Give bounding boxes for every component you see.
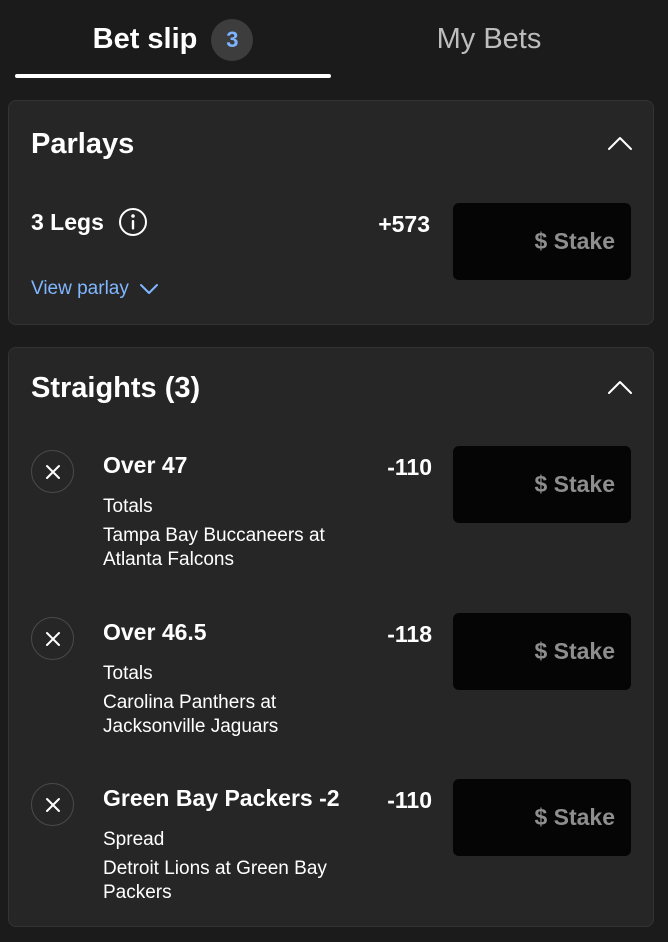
bet-market: Totals — [103, 496, 153, 517]
chevron-down-icon — [139, 284, 158, 294]
bet-selection: Over 47 — [103, 452, 188, 478]
bet-market: Spread — [103, 829, 165, 850]
parlays-title: Parlays — [31, 128, 135, 160]
remove-bet-button[interactable] — [31, 617, 74, 660]
parlay-odds: +573 — [378, 211, 430, 237]
bet-selection: Green Bay Packers -2 — [103, 785, 340, 811]
bet-odds: -118 — [387, 621, 432, 647]
bet-event: Detroit Lions at Green Bay Packers — [103, 858, 327, 903]
parlay-legs-label: 3 Legs — [31, 208, 104, 235]
tab-bet-slip[interactable]: Bet slip 3 — [15, 0, 331, 79]
close-icon — [45, 797, 60, 812]
info-icon[interactable] — [118, 207, 148, 237]
close-icon — [45, 464, 60, 479]
straights-collapse-button[interactable] — [605, 372, 635, 402]
bet-odds: -110 — [387, 454, 432, 480]
straights-title: Straights (3) — [31, 372, 201, 404]
parlays-collapse-button[interactable] — [605, 128, 635, 158]
stake-placeholder: $ Stake — [534, 804, 615, 830]
active-tab-indicator — [15, 74, 331, 78]
straight-bet-row: Over 47 Totals Tampa Bay Buccaneers at A… — [9, 444, 655, 594]
view-parlay-label: View parlay — [31, 278, 129, 299]
tab-bet-slip-label: Bet slip — [92, 23, 198, 55]
parlay-stake-input[interactable]: $ Stake — [453, 203, 631, 280]
bet-stake-input[interactable]: $ Stake — [453, 446, 631, 523]
stake-placeholder: $ Stake — [534, 471, 615, 497]
tab-my-bets-label: My Bets — [436, 23, 542, 55]
stake-placeholder: $ Stake — [534, 638, 615, 664]
straight-bet-row: Over 46.5 Totals Carolina Panthers at Ja… — [9, 611, 655, 761]
bet-stake-input[interactable]: $ Stake — [453, 613, 631, 690]
bet-count-badge: 3 — [211, 18, 254, 61]
bet-market: Totals — [103, 663, 153, 684]
bet-event: Tampa Bay Buccaneers at Atlanta Falcons — [103, 525, 325, 570]
remove-bet-button[interactable] — [31, 450, 74, 493]
bet-selection: Over 46.5 — [103, 619, 207, 645]
chevron-up-icon — [608, 137, 632, 150]
tab-my-bets[interactable]: My Bets — [331, 0, 647, 79]
straight-bet-row: Green Bay Packers -2 Spread Detroit Lion… — [9, 777, 655, 927]
view-parlay-link[interactable]: View parlay — [31, 278, 159, 300]
parlay-legs: 3 Legs — [31, 207, 148, 237]
stake-placeholder: $ Stake — [534, 228, 615, 254]
bet-stake-input[interactable]: $ Stake — [453, 779, 631, 856]
straights-section: Straights (3) Over 47 Totals Tampa Bay B… — [8, 347, 654, 927]
parlays-section: Parlays 3 Legs +573 $ Stake View parlay — [8, 100, 654, 325]
tab-bar: Bet slip 3 My Bets — [0, 0, 668, 79]
close-icon — [45, 631, 60, 646]
chevron-up-icon — [608, 381, 632, 394]
bet-event: Carolina Panthers at Jacksonville Jaguar… — [103, 692, 279, 737]
remove-bet-button[interactable] — [31, 783, 74, 826]
bet-odds: -110 — [387, 787, 432, 813]
